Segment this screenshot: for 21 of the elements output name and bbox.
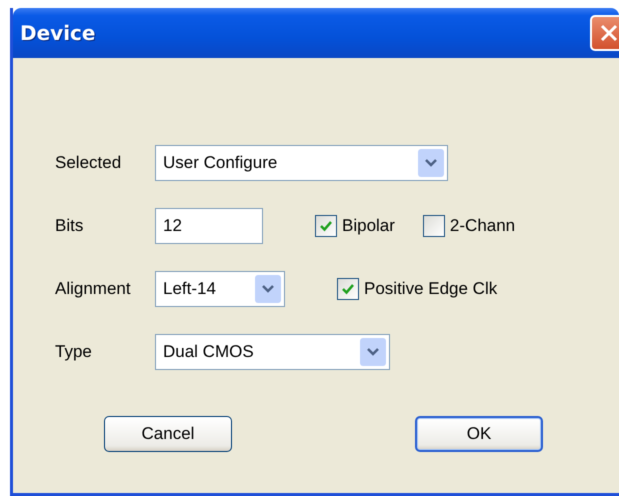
field-label: Alignment (55, 279, 132, 299)
ok-button[interactable]: OK (415, 416, 543, 452)
dropdown[interactable]: User Configure (155, 145, 448, 181)
checkbox-label: Positive Edge Clk (364, 279, 498, 299)
field-label: Type (55, 342, 93, 362)
cancel-button[interactable]: Cancel (104, 416, 232, 452)
check-icon (319, 219, 333, 233)
close-button[interactable] (590, 15, 619, 51)
field-label: Bits (55, 216, 84, 236)
checkbox[interactable] (337, 278, 359, 300)
dropdown[interactable]: Left-14 (155, 271, 285, 307)
check-icon (341, 282, 355, 296)
field-label: Selected (55, 153, 122, 173)
checkbox-label: Bipolar (342, 216, 395, 236)
checkbox-label: 2-Chann (450, 216, 516, 236)
close-icon (599, 23, 619, 43)
checkbox[interactable] (315, 215, 337, 237)
input-field[interactable]: 12 (155, 208, 263, 244)
dropdown[interactable]: Dual CMOS (155, 334, 390, 370)
window-title: Device (20, 21, 96, 45)
checkbox[interactable] (422, 215, 445, 237)
